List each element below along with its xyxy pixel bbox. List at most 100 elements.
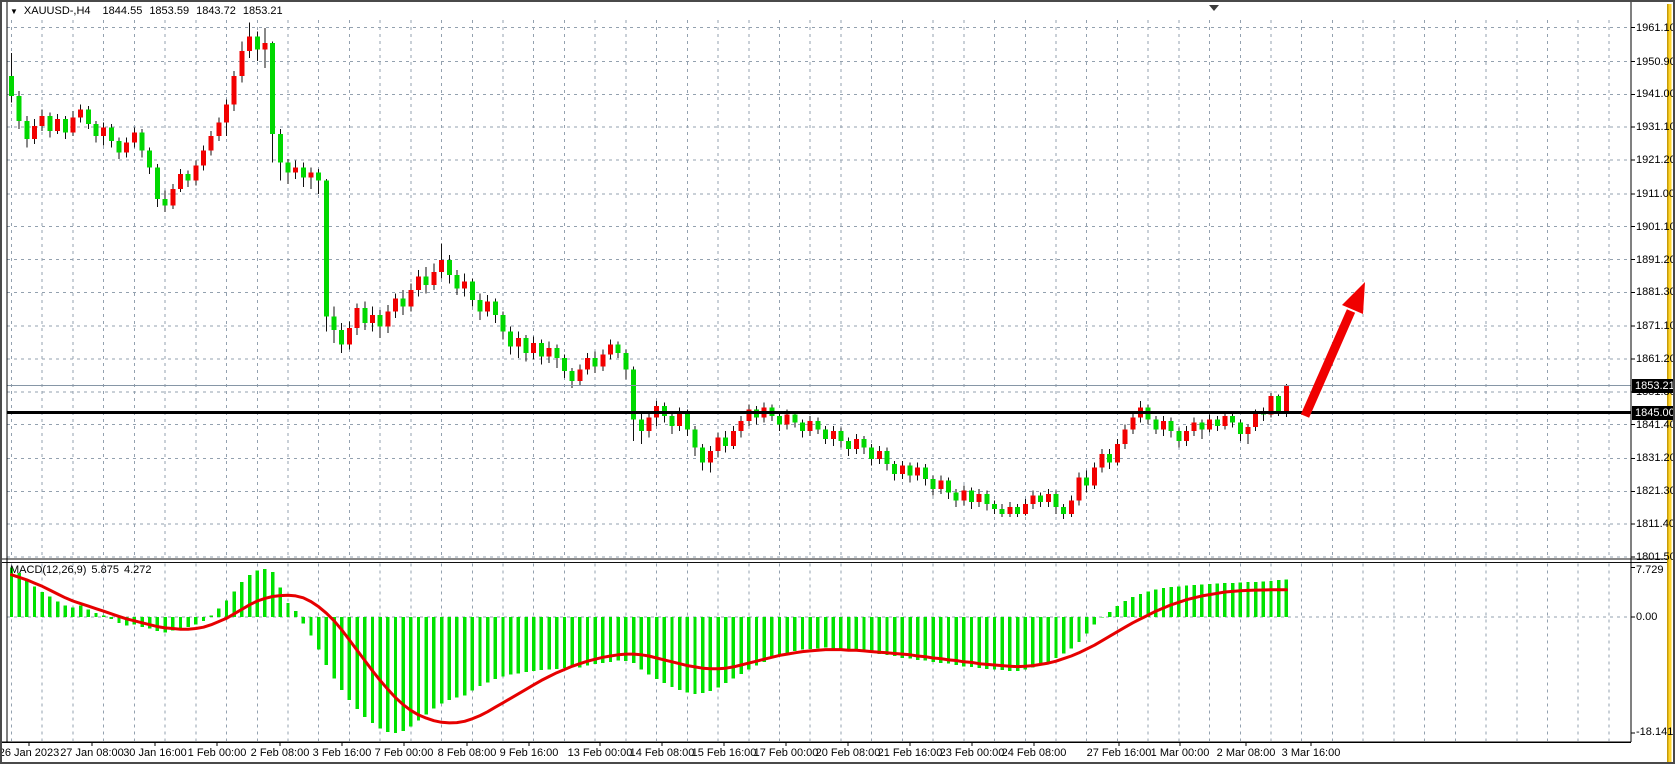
candle [140,129,145,157]
candle-body-bull [1092,467,1097,485]
time-axis-label: 13 Feb 00:00 [568,747,633,759]
candle-body-bear [885,451,890,464]
candle-body-bull [40,116,45,126]
candle [255,31,260,61]
candle-body-bull [439,260,444,272]
candle [63,116,68,139]
candle [1100,449,1105,472]
candle [1069,496,1074,518]
candle-body-bull [370,315,375,323]
price-axis-label: 1911.00 [1636,188,1675,200]
candle-body-bear [470,282,475,300]
candle [70,111,75,136]
candle-body-bear [593,358,598,366]
price-axis-label: 1891.20 [1636,254,1675,266]
candle-body-bull [309,172,314,177]
candle-body-bear [693,429,698,447]
candle-body-bear [401,298,406,306]
candle-body-bear [93,124,98,136]
candle [516,331,521,358]
candle-body-bull [808,421,813,431]
candle [961,486,966,506]
up-arrow-head[interactable] [1342,282,1365,314]
candle [293,161,298,179]
candle-body-bear [477,300,482,312]
candle [401,290,406,315]
ohlc-high: 1853.59 [149,5,189,17]
candle [408,283,413,311]
candle [201,146,206,171]
candle [693,426,698,456]
candle [1192,418,1197,436]
candle-body-bull [462,282,467,289]
candle-body-bear [908,466,913,476]
time-axis-label: 26 Jan 2023 [0,747,59,759]
candle [1153,416,1158,434]
candle [193,161,198,186]
time-axis-label: 8 Feb 08:00 [438,747,497,759]
candle-body-bear [332,317,337,330]
macd-name: MACD(12,26,9) [10,564,86,576]
candle [178,169,183,192]
candle [984,491,989,511]
ohlc-close: 1853.21 [243,5,283,17]
price-axis-label: 1811.40 [1636,518,1675,530]
candle [155,164,160,207]
candle-body-bull [1007,507,1012,514]
candle [869,444,874,466]
candle [908,462,913,482]
candle [147,147,152,174]
candle-body-bear [1230,416,1235,423]
macd-scale-max: 7.729 [1636,564,1664,576]
candle [838,428,843,448]
price-axis-label: 1921.20 [1636,154,1675,166]
candle [646,411,651,438]
candle [669,411,674,434]
candle [1207,414,1212,432]
candle-body-bear [954,492,959,500]
candle-body-bear [946,481,951,493]
candle-body-bull [78,109,83,117]
candle [93,121,98,143]
chevron-down-icon[interactable]: ▼ [10,7,18,16]
candle-body-bull [746,409,751,421]
candle-body-bull [55,119,60,131]
chart-canvas[interactable] [2,2,1675,764]
candle-body-bear [163,199,168,206]
candle [631,366,636,441]
candle [355,303,360,335]
candle-body-bear [861,439,866,447]
candle-body-bear [109,128,114,141]
candle [55,114,60,134]
candle-body-bull [132,132,137,142]
candle-body-bull [485,302,490,312]
candle-body-bear [86,109,91,124]
candle [378,310,383,338]
candle [47,113,52,138]
candle-body-bull [708,451,713,463]
candle-body-bear [869,448,874,460]
candle-body-bear [554,348,559,358]
candle [232,71,237,111]
candle-body-bear [669,416,674,426]
candle-body-bear [931,479,936,489]
candle [1169,418,1174,438]
candle-body-bear [1038,496,1043,503]
up-arrow-shaft[interactable] [1305,311,1351,416]
candle-body-bull [1123,429,1128,444]
candle-body-bear [140,132,145,150]
time-axis-label: 3 Mar 16:00 [1282,747,1341,759]
candle [1015,504,1020,517]
macd-indicator-label: MACD(12,26,9)5.8754.272 [10,564,156,576]
candle-body-bear [24,121,29,139]
candle [562,355,567,378]
candle-body-bear [1199,423,1204,430]
candle-body-bear [285,162,290,172]
candle-body-bull [385,312,390,327]
chart-shift-marker[interactable] [1209,5,1219,11]
candle-body-bull [416,277,421,290]
candle [1023,499,1028,516]
candle-body-bear [270,43,275,134]
candle [1038,492,1043,507]
price-axis-label: 1831.20 [1636,452,1675,464]
